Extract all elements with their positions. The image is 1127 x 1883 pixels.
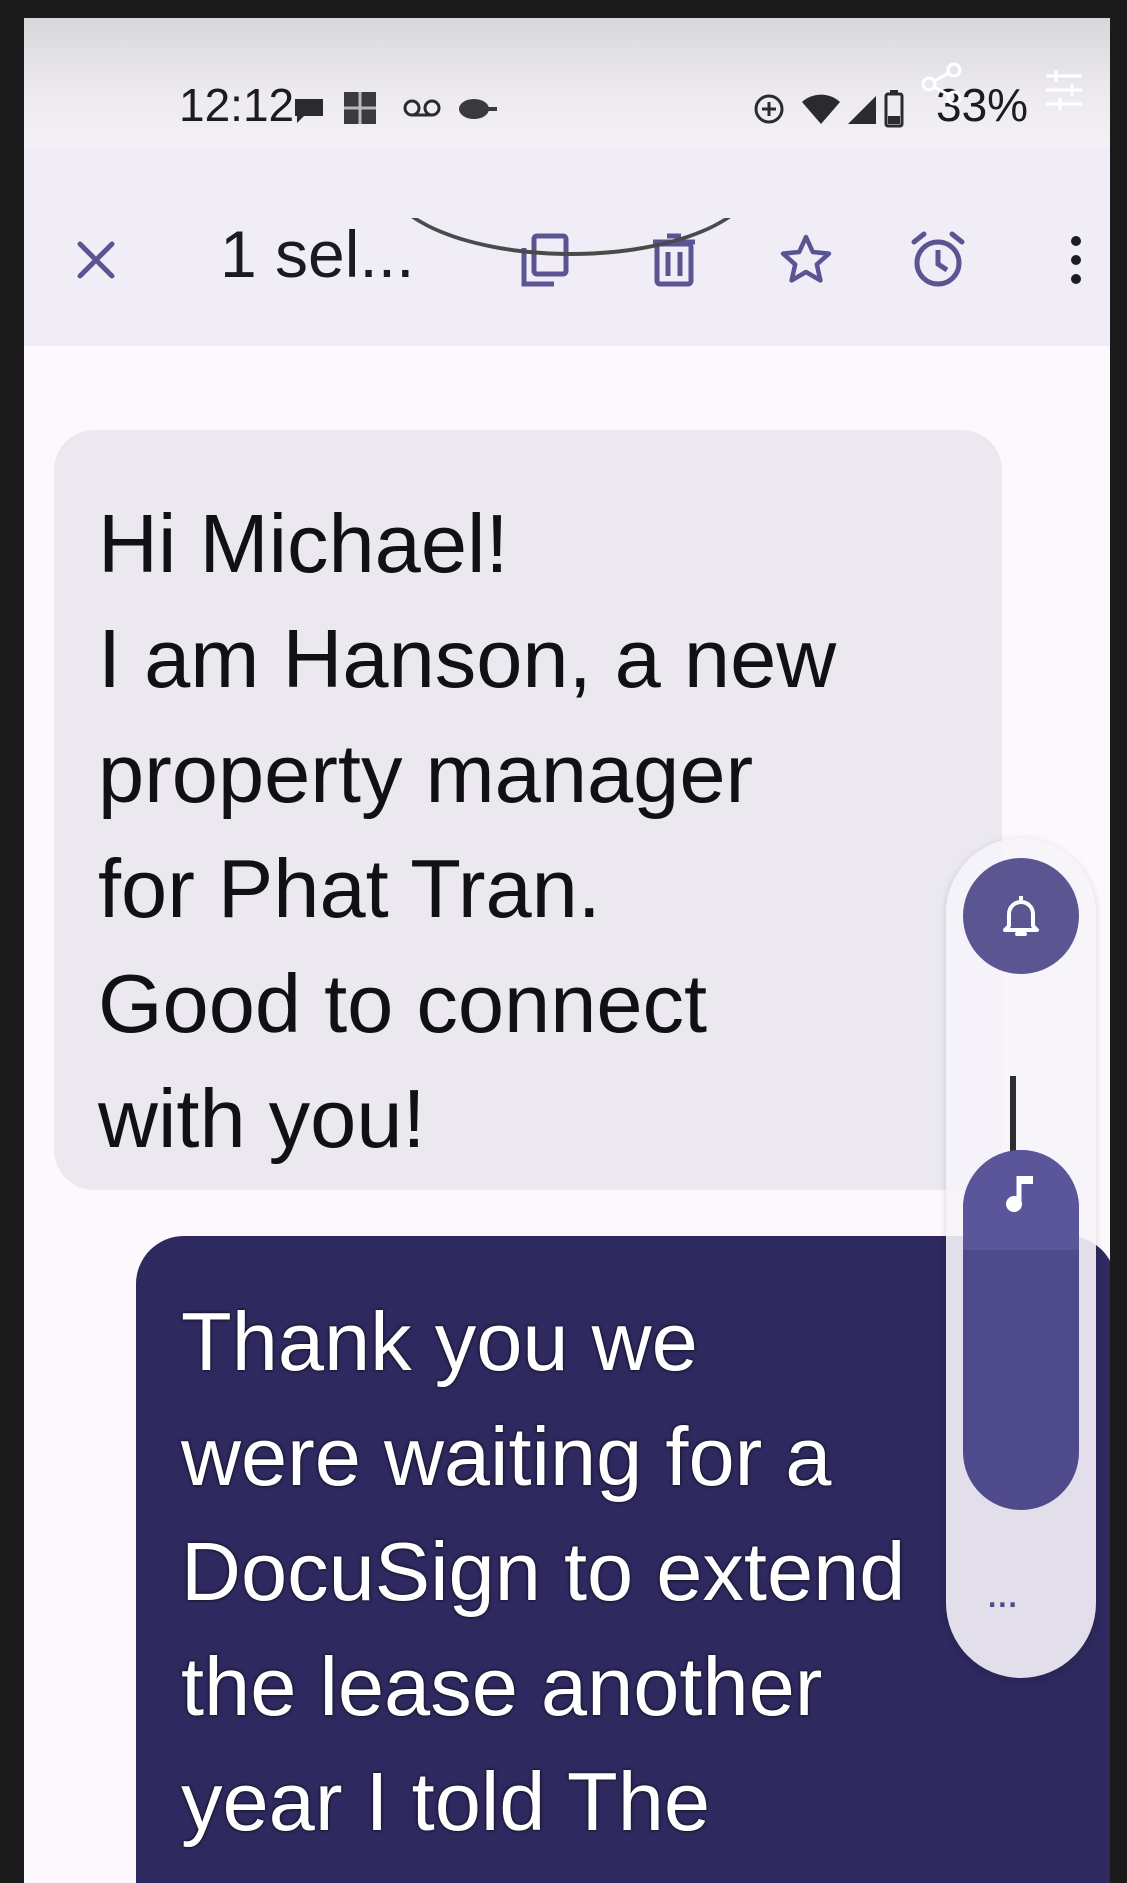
- status-bar: 12:12 33%: [24, 18, 1110, 146]
- more-options-button[interactable]: [1042, 226, 1110, 294]
- voicemail-icon: [402, 96, 442, 125]
- photo-icon: [342, 90, 378, 131]
- close-selection-button[interactable]: [62, 226, 130, 294]
- close-icon: [77, 241, 115, 279]
- chat-bubble-icon: [292, 96, 326, 131]
- share-icon[interactable]: [920, 62, 964, 111]
- incoming-message-text: Hi Michael! I am Hanson, a new property …: [98, 497, 837, 1165]
- bell-icon: [1003, 896, 1039, 936]
- previous-message-edge: [384, 218, 754, 368]
- status-time: 12:12: [179, 79, 295, 131]
- volume-track[interactable]: [1010, 1076, 1016, 1156]
- battery-icon: [884, 90, 904, 133]
- snooze-icon: [911, 231, 965, 287]
- wifi-icon: [800, 92, 842, 131]
- snooze-button[interactable]: [904, 226, 972, 294]
- volume-panel: ...: [946, 838, 1096, 1678]
- star-icon: [780, 234, 832, 283]
- incoming-message-bubble[interactable]: Hi Michael! I am Hanson, a new property …: [54, 430, 1002, 1190]
- media-volume-slider[interactable]: [963, 1150, 1079, 1510]
- phone-screen: 12:12 33% 1 sel... Hi Michael! I am Hans…: [24, 18, 1110, 1883]
- star-button[interactable]: [772, 226, 840, 294]
- more-vert-icon: [1071, 236, 1081, 284]
- ringer-mode-button[interactable]: [963, 858, 1079, 974]
- music-note-icon: [1003, 1172, 1039, 1221]
- cell-signal-icon: [846, 94, 878, 131]
- app-notification-icon: [456, 96, 500, 127]
- settings-sliders-icon[interactable]: [1042, 68, 1086, 117]
- data-saver-icon: [752, 92, 786, 131]
- volume-more-button[interactable]: ...: [986, 1568, 1019, 1618]
